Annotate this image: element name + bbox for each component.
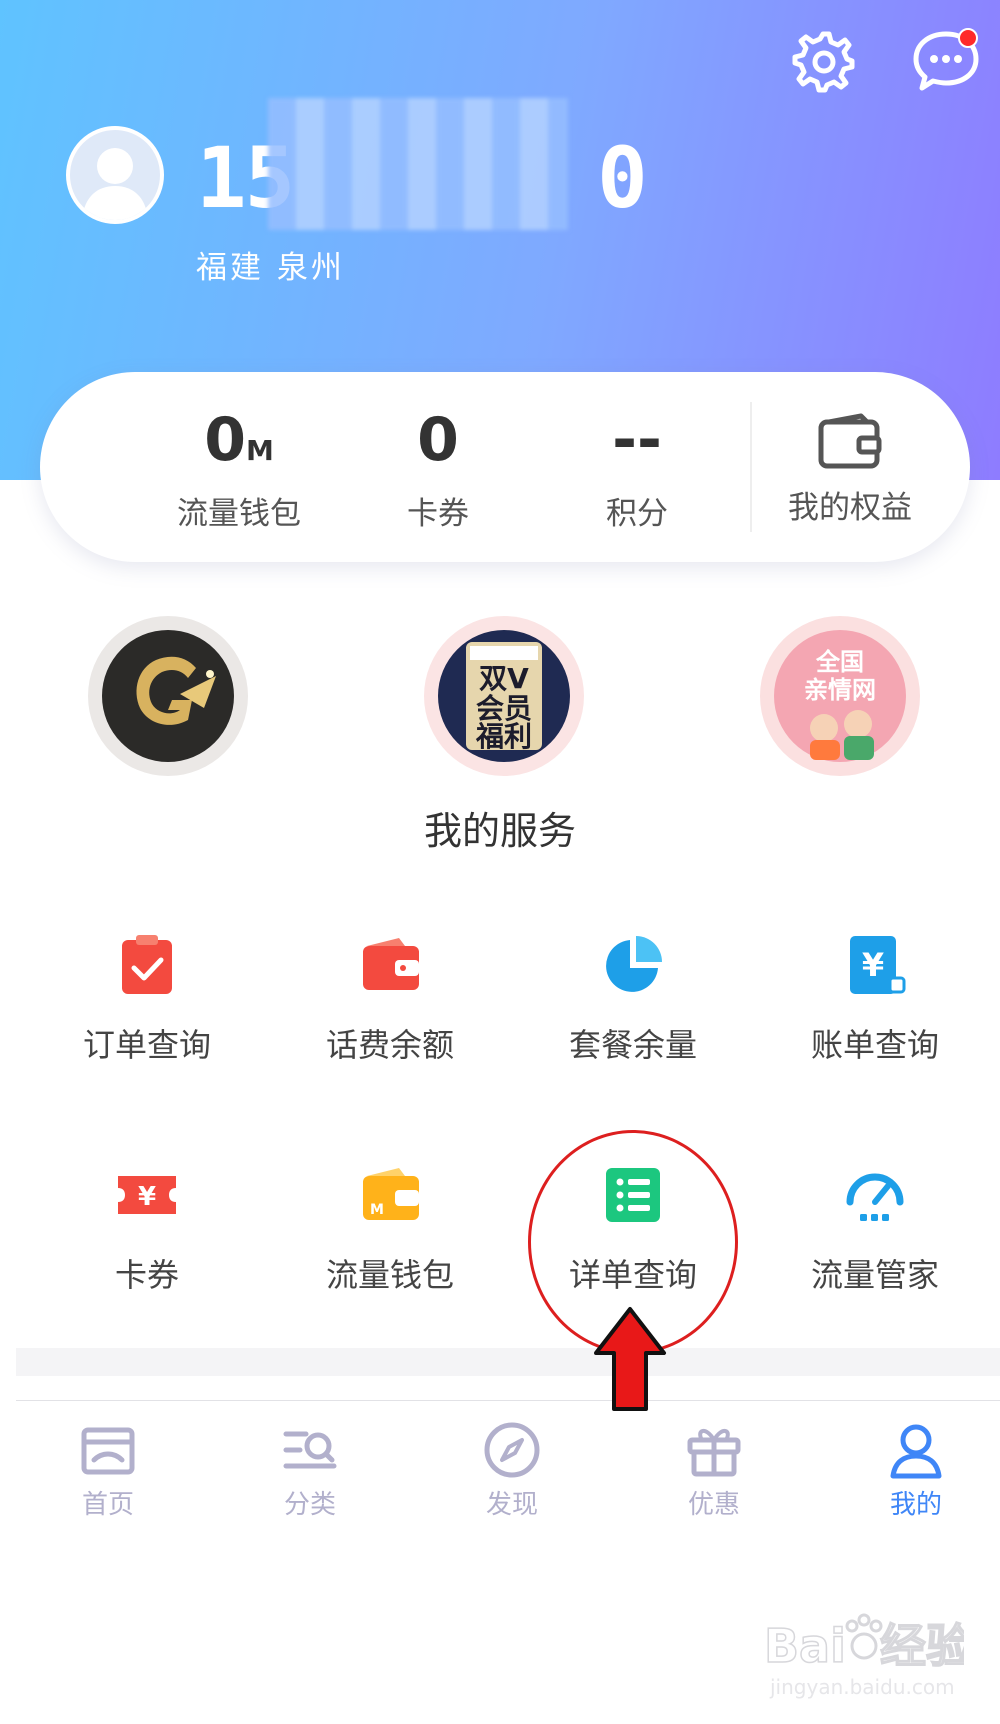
gear-icon xyxy=(792,31,855,93)
wallet-card-icon xyxy=(817,412,883,470)
watermark: Bai 经验 jingyan.baidu.com xyxy=(764,1613,964,1699)
tab-offers[interactable]: 优惠 xyxy=(644,1420,784,1521)
data-wallet-icon: M xyxy=(357,1162,423,1228)
ticket-icon: ¥ xyxy=(114,1162,180,1228)
phone-blur-mask xyxy=(268,98,568,230)
messages-button[interactable] xyxy=(910,28,982,94)
watermark-suffix: 经验 xyxy=(880,1619,964,1673)
service-label: 话费余额 xyxy=(325,1026,454,1064)
location-label: 福建 泉州 xyxy=(196,250,345,286)
stats-card: 0M 流量钱包 0 卡券 -- 积分 我的权益 xyxy=(40,372,970,562)
service-order-query[interactable]: 订单查询 xyxy=(32,932,262,1066)
tab-home[interactable]: 首页 xyxy=(38,1420,178,1521)
family-line-2: 亲情网 xyxy=(804,676,876,704)
stat-label: 积分 xyxy=(606,496,668,532)
home-icon xyxy=(78,1420,138,1480)
service-label: 流量管家 xyxy=(810,1256,939,1294)
clipboard-check-icon xyxy=(114,932,180,998)
service-data-manager[interactable]: 流量管家 xyxy=(760,1162,990,1296)
badge-line-3: 福利 xyxy=(475,720,532,753)
svg-text:M: M xyxy=(370,1202,384,1218)
yuan-bill-icon: ¥ xyxy=(842,932,908,998)
service-data-wallet[interactable]: M 流量钱包 xyxy=(275,1162,505,1296)
default-avatar-icon xyxy=(82,148,148,220)
svg-text:¥: ¥ xyxy=(862,946,884,984)
service-coupons[interactable]: ¥ 卡券 xyxy=(32,1162,262,1296)
tab-label: 分类 xyxy=(283,1490,336,1520)
tab-label: 发现 xyxy=(485,1490,538,1520)
tab-mine[interactable]: 我的 xyxy=(846,1420,986,1521)
service-label: 套餐余量 xyxy=(568,1026,697,1064)
double-v-member-badge-icon: 双V 会员 福利 xyxy=(438,630,570,762)
golden-arrow-logo-icon xyxy=(102,630,234,762)
tab-category[interactable]: 分类 xyxy=(240,1420,380,1521)
family-network-icon: 全国 亲情网 xyxy=(774,630,906,762)
tab-label: 首页 xyxy=(81,1490,134,1520)
stat-value: 0 xyxy=(417,405,459,475)
stat-data-wallet[interactable]: 0M 流量钱包 xyxy=(154,404,324,533)
tabbar-divider xyxy=(16,1400,1000,1401)
stat-points[interactable]: -- 积分 xyxy=(552,404,722,533)
divider xyxy=(750,402,752,532)
my-benefits-button[interactable]: 我的权益 xyxy=(770,404,930,527)
stat-value: -- xyxy=(612,405,662,475)
settings-button[interactable] xyxy=(790,28,856,94)
annotation-arrow-icon xyxy=(594,1307,666,1411)
featured-app-2[interactable]: 双V 会员 福利 xyxy=(424,616,584,776)
tab-label: 我的 xyxy=(889,1490,942,1520)
service-balance[interactable]: 话费余额 xyxy=(275,932,505,1066)
service-package-remaining[interactable]: 套餐余量 xyxy=(518,932,748,1066)
family-line-1: 全国 xyxy=(815,648,864,676)
unread-dot xyxy=(958,28,978,48)
stat-value: 0M xyxy=(204,405,274,475)
phone-suffix: 0 xyxy=(597,129,648,227)
person-icon xyxy=(886,1420,946,1480)
tab-label: 优惠 xyxy=(687,1490,740,1520)
featured-app-3[interactable]: 全国 亲情网 xyxy=(760,616,920,776)
service-label: 账单查询 xyxy=(810,1026,939,1064)
service-label: 流量钱包 xyxy=(325,1256,454,1294)
stat-label: 流量钱包 xyxy=(177,496,301,532)
service-label: 订单查询 xyxy=(82,1026,211,1064)
service-bill-query[interactable]: ¥ 账单查询 xyxy=(760,932,990,1066)
watermark-url: jingyan.baidu.com xyxy=(769,1675,955,1699)
svg-text:¥: ¥ xyxy=(138,1182,156,1212)
watermark-brand: Bai xyxy=(764,1619,846,1673)
service-label: 卡券 xyxy=(114,1256,179,1294)
category-icon xyxy=(280,1420,340,1480)
stat-label: 卡券 xyxy=(407,496,469,532)
benefit-label: 我的权益 xyxy=(788,490,912,526)
gift-icon xyxy=(684,1420,744,1480)
compass-icon xyxy=(482,1420,542,1480)
wallet-icon xyxy=(357,932,423,998)
badge-line-1: 双V xyxy=(479,662,529,695)
speedometer-icon xyxy=(842,1162,908,1228)
section-divider xyxy=(16,1348,1000,1376)
stat-coupons[interactable]: 0 卡券 xyxy=(353,404,523,533)
paw-icon xyxy=(845,1613,883,1660)
section-title: 我的服务 xyxy=(423,809,576,853)
tab-discover[interactable]: 发现 xyxy=(442,1420,582,1521)
pie-chart-icon xyxy=(600,932,666,998)
avatar[interactable] xyxy=(66,126,164,224)
featured-app-1[interactable] xyxy=(88,616,248,776)
